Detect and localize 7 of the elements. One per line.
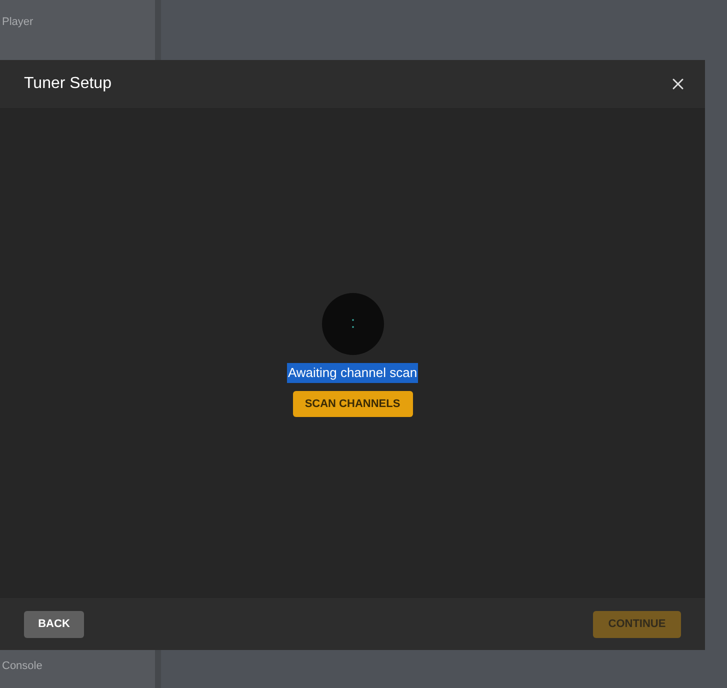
sidebar-item[interactable]: Player [0, 14, 155, 30]
spinner-icon [322, 293, 384, 356]
scan-channels-button[interactable]: SCAN CHANNELS [292, 390, 412, 417]
dialog-title: Tuner Setup [24, 74, 112, 94]
sidebar-item[interactable]: Console [0, 658, 155, 674]
back-button[interactable]: BACK [24, 610, 84, 638]
status-text: Awaiting channel scan [286, 363, 418, 383]
